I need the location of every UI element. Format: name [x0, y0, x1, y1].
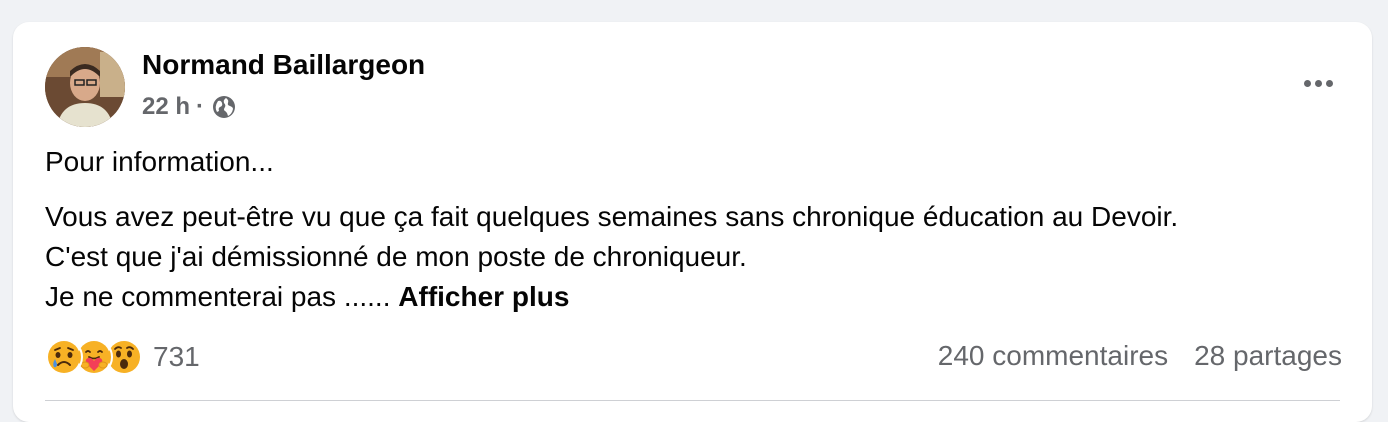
- post-timestamp[interactable]: 22 h: [142, 93, 190, 121]
- post-text-line: C'est que j'ai démissionné de mon poste …: [45, 241, 747, 272]
- author-name[interactable]: Normand Baillargeon: [142, 49, 425, 81]
- more-options-button[interactable]: [1296, 68, 1340, 98]
- shares-count-link[interactable]: 28 partages: [1194, 340, 1342, 372]
- post-card: Normand Baillargeon 22 h · Pour informat…: [13, 22, 1372, 422]
- reactions-summary[interactable]: 731: [45, 338, 200, 376]
- divider: [45, 400, 1340, 401]
- post-meta: 22 h ·: [142, 93, 236, 121]
- author-avatar[interactable]: [45, 47, 125, 127]
- meta-separator: ·: [196, 93, 205, 120]
- post-stats: 240 commentaires 28 partages: [938, 340, 1342, 372]
- post-text-line: Je ne commenterai pas ...... Afficher pl…: [45, 277, 1178, 317]
- post-text-paragraph-1: Pour information...: [45, 146, 274, 177]
- globe-icon[interactable]: [212, 95, 236, 119]
- post-text-line: Vous avez peut-être vu que ça fait quelq…: [45, 201, 1179, 232]
- post-text-truncated: Je ne commenterai pas ......: [45, 281, 391, 312]
- ellipsis-icon: [1303, 79, 1311, 87]
- post-text-paragraph-2: Vous avez peut-être vu que ça fait quelq…: [45, 197, 1178, 317]
- see-more-link[interactable]: Afficher plus: [398, 281, 569, 312]
- sad-icon: [45, 338, 83, 376]
- reaction-count[interactable]: 731: [153, 341, 200, 373]
- comments-count-link[interactable]: 240 commentaires: [938, 340, 1168, 372]
